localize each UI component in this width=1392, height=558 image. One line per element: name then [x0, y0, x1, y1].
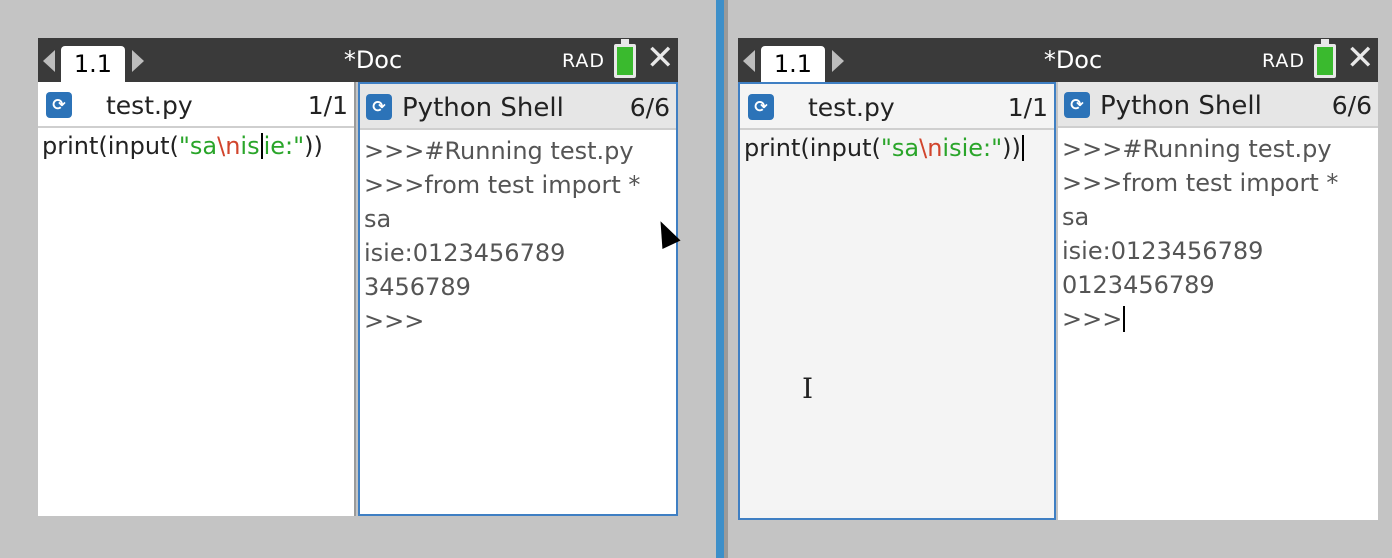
page-tab[interactable]: 1.1: [761, 46, 825, 82]
document-title: *Doc: [1043, 46, 1103, 74]
text-caret: [1123, 306, 1126, 332]
shell-line: >>>#Running test.py: [364, 137, 634, 165]
shell-line: isie:0123456789: [364, 239, 566, 267]
close-icon[interactable]: ✕: [1346, 40, 1375, 76]
shell-line: isie:0123456789: [1062, 237, 1264, 265]
shell-header: ⟳ Python Shell 6/6: [1058, 82, 1378, 128]
file-name: test.py: [106, 91, 193, 120]
page-tab[interactable]: 1.1: [61, 46, 125, 82]
text-caret: [260, 133, 263, 159]
close-icon[interactable]: ✕: [646, 40, 675, 76]
shell-header: ⟳ Python Shell 6/6: [360, 84, 676, 130]
python-icon: ⟳: [366, 94, 392, 120]
angle-mode-indicator: RAD: [1262, 50, 1306, 72]
shell-line: 3456789: [364, 273, 471, 301]
chevron-left-icon[interactable]: [743, 50, 755, 72]
editor-pane[interactable]: ⟳ test.py 1/1 print(input("sa\nisie:")): [738, 82, 1056, 520]
file-name: test.py: [808, 93, 895, 122]
shell-line: sa: [364, 205, 392, 233]
text-cursor-icon: I: [802, 372, 814, 405]
text-caret: [1021, 135, 1024, 161]
shell-page-count: 6/6: [1331, 91, 1372, 120]
shell-output: >>>#Running test.py >>>from test import …: [1062, 132, 1338, 336]
shell-page-count: 6/6: [629, 93, 670, 122]
shell-title: Python Shell: [402, 93, 564, 123]
python-icon: ⟳: [748, 94, 774, 120]
chevron-left-icon[interactable]: [43, 50, 55, 72]
battery-icon: [614, 39, 636, 78]
editor-page-count: 1/1: [307, 91, 348, 120]
calculator-right: 1.1 *Doc RAD ✕ ⟳ test.py 1/1 print(input…: [738, 38, 1378, 520]
shell-output: >>>#Running test.py >>>from test import …: [364, 134, 640, 338]
editor-header: ⟳ test.py 1/1: [740, 84, 1054, 130]
title-bar: 1.1 *Doc RAD ✕: [738, 38, 1378, 82]
shell-line: >>>from test import *: [1062, 169, 1339, 197]
code-line[interactable]: print(input("sa\nisie:")): [744, 134, 1025, 162]
shell-pane[interactable]: ⟳ Python Shell 6/6 >>>#Running test.py >…: [1058, 82, 1378, 520]
editor-page-count: 1/1: [1007, 93, 1048, 122]
shell-line: >>>: [1062, 302, 1338, 336]
calculator-left: 1.1 *Doc RAD ✕ ⟳ test.py 1/1 print(input…: [38, 38, 678, 516]
shell-line: sa: [1062, 203, 1090, 231]
chevron-right-icon[interactable]: [832, 50, 844, 72]
code-line[interactable]: print(input("sa\nisie:")): [42, 132, 323, 160]
document-title: *Doc: [343, 46, 403, 74]
chevron-right-icon[interactable]: [132, 50, 144, 72]
shell-pane[interactable]: ⟳ Python Shell 6/6 >>>#Running test.py >…: [358, 82, 678, 516]
shell-line: >>>#Running test.py: [1062, 135, 1332, 163]
angle-mode-indicator: RAD: [562, 50, 606, 72]
shell-line: 0123456789: [1062, 271, 1215, 299]
python-icon: ⟳: [46, 92, 72, 118]
title-bar: 1.1 *Doc RAD ✕: [38, 38, 678, 82]
battery-icon: [1314, 39, 1336, 78]
editor-header: ⟳ test.py 1/1: [38, 82, 354, 128]
screen-divider: [716, 0, 728, 558]
editor-pane[interactable]: ⟳ test.py 1/1 print(input("sa\nisie:")): [38, 82, 356, 516]
shell-line: >>>: [364, 307, 425, 335]
python-icon: ⟳: [1064, 92, 1090, 118]
shell-title: Python Shell: [1100, 91, 1262, 121]
shell-line: >>>from test import *: [364, 171, 641, 199]
